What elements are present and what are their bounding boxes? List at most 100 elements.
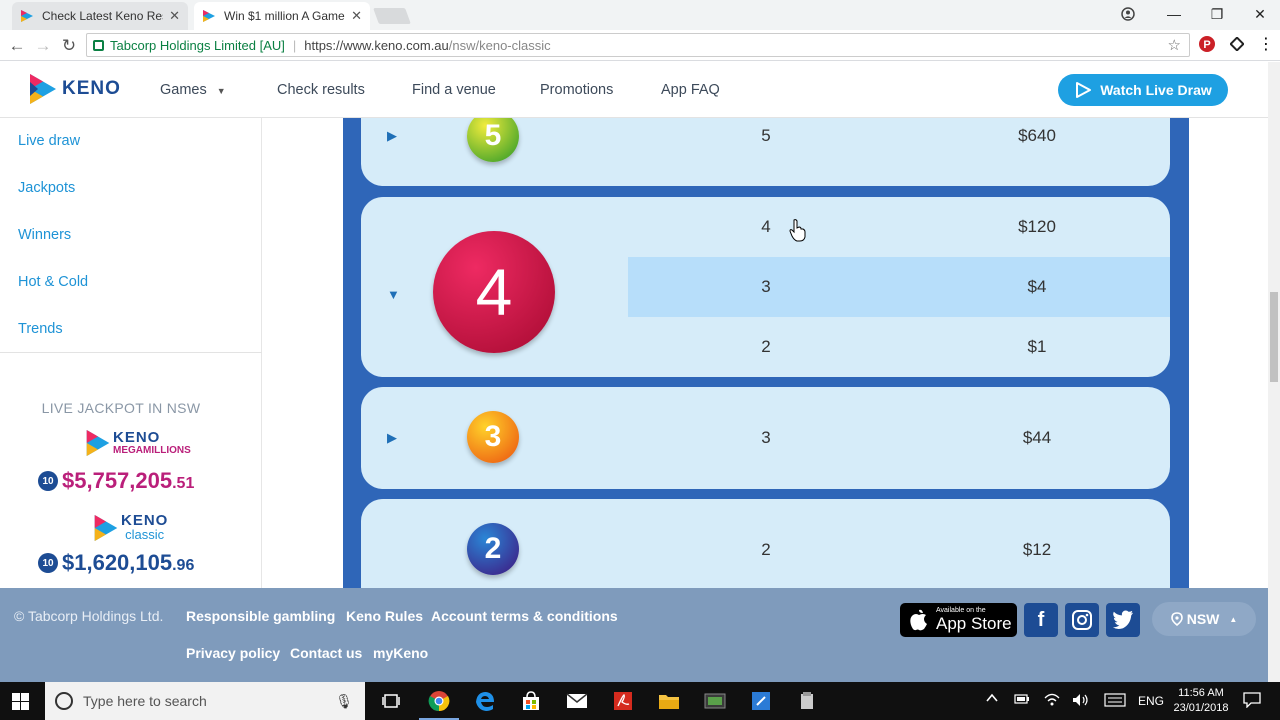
notes-taskbar-icon[interactable] <box>749 689 773 713</box>
watch-live-draw-button[interactable]: Watch Live Draw <box>1058 74 1228 106</box>
footer-link-account-terms[interactable]: Account terms & conditions <box>431 608 618 624</box>
location-pin-icon <box>1170 612 1183 626</box>
close-tab-icon[interactable]: ✕ <box>169 8 180 24</box>
store-taskbar-icon[interactable] <box>519 689 543 713</box>
twitter-icon[interactable] <box>1106 603 1140 637</box>
close-tab-icon[interactable]: ✕ <box>351 8 362 24</box>
secure-label: Tabcorp Holdings Limited [AU] <box>110 37 285 53</box>
nav-find-venue[interactable]: Find a venue <box>412 82 496 98</box>
prize-row-highlighted: 3 $4 <box>628 257 1170 317</box>
prize-amount: $120 <box>1018 217 1056 236</box>
reload-icon[interactable]: ↻ <box>58 35 80 57</box>
app-store-big-text: App Store <box>936 614 1012 633</box>
maximize-icon[interactable]: ❐ <box>1195 0 1239 28</box>
jackpot-title: LIVE JACKPOT IN NSW <box>41 400 201 416</box>
jackpot-amount-cents: .96 <box>172 557 195 574</box>
keyboard-icon[interactable] <box>1104 693 1126 710</box>
nav-games[interactable]: Games ▼ <box>160 82 226 98</box>
classic-logo-sub: classic <box>125 527 165 542</box>
language-indicator[interactable]: ENG <box>1138 694 1164 708</box>
show-hidden-icons[interactable] <box>985 691 999 708</box>
footer-link-contact-us[interactable]: Contact us <box>290 645 362 661</box>
minimize-icon[interactable]: — <box>1152 0 1196 28</box>
taskbar-clock[interactable]: 11:56 AM 23/01/2018 <box>1172 686 1230 716</box>
keno-logo-mark-icon <box>86 430 110 456</box>
nav-promotions[interactable]: Promotions <box>540 82 613 98</box>
prize-amount: $640 <box>1018 126 1056 145</box>
hand-cursor-icon <box>789 219 806 242</box>
footer-link-mykeno[interactable]: myKeno <box>373 645 428 661</box>
forward-icon[interactable]: → <box>32 35 54 57</box>
video-app-taskbar-icon[interactable] <box>703 689 727 713</box>
sidebar-item-trends[interactable]: Trends <box>18 321 63 337</box>
nav-app-faq[interactable]: App FAQ <box>661 82 720 98</box>
jackpot-amount-main: $1,620,105 <box>62 550 173 575</box>
prize-group-5-spots[interactable]: ▶ 5 5 $640 <box>361 118 1170 186</box>
footer-link-keno-rules[interactable]: Keno Rules <box>346 608 423 624</box>
instagram-icon[interactable] <box>1065 603 1099 637</box>
new-tab-button[interactable] <box>373 8 411 24</box>
sidebar-item-live-draw[interactable]: Live draw <box>18 133 80 149</box>
action-center-icon[interactable] <box>1243 692 1261 711</box>
footer-link-privacy-policy[interactable]: Privacy policy <box>186 645 280 661</box>
windows-start-icon[interactable] <box>12 693 29 710</box>
sidebar-item-winners[interactable]: Winners <box>18 227 71 243</box>
mail-taskbar-icon[interactable] <box>565 689 589 713</box>
chrome-menu-icon[interactable]: ⋮ <box>1256 34 1276 54</box>
page-scrollbar[interactable] <box>1268 62 1280 682</box>
prize-group-4-spots[interactable]: ▼ 4 4 $120 3 $4 2 $1 <box>361 197 1170 377</box>
state-label: NSW <box>1186 611 1220 627</box>
browser-tab-keno-classic[interactable]: Win $1 million A Game E ✕ <box>194 2 370 30</box>
collapse-arrow-icon[interactable]: ▼ <box>387 287 400 302</box>
file-explorer-taskbar-icon[interactable] <box>657 689 681 713</box>
tab-title: Win $1 million A Game E <box>224 9 346 23</box>
expand-arrow-icon[interactable]: ▶ <box>387 430 397 446</box>
site-footer: © Tabcorp Holdings Ltd. Responsible gamb… <box>0 588 1268 682</box>
prize-group-3-spots[interactable]: ▶ 3 3 $44 <box>361 387 1170 489</box>
microphone-icon[interactable]: 🎙 <box>335 693 353 710</box>
match-count: 2 <box>761 337 771 356</box>
close-window-icon[interactable]: ✕ <box>1238 0 1280 28</box>
battery-icon[interactable] <box>1014 693 1030 708</box>
megamillions-jackpot-amount[interactable]: 10 $5,757,205 .51 <box>38 468 194 494</box>
jackpot-amount-main: $5,757,205 <box>62 468 173 493</box>
keno-favicon-icon <box>21 10 33 22</box>
url-host: https://www.keno.com.au <box>304 37 449 53</box>
sidebar-item-hot-cold[interactable]: Hot & Cold <box>18 274 88 290</box>
wifi-icon[interactable] <box>1044 693 1060 710</box>
prize-amount: $4 <box>1027 277 1047 296</box>
pdf-taskbar-icon[interactable] <box>611 689 635 713</box>
prize-row: 2 $12 <box>628 520 1170 580</box>
keno-logo-text: KENO <box>62 78 121 99</box>
profile-icon[interactable] <box>1106 0 1150 28</box>
volume-icon[interactable] <box>1072 693 1090 710</box>
keno-logo[interactable]: KENO <box>30 74 121 104</box>
keno-favicon-icon <box>203 10 215 22</box>
state-selector[interactable]: NSW ▲ <box>1152 602 1256 636</box>
scrollbar-thumb[interactable] <box>1270 292 1278 382</box>
task-view-icon[interactable] <box>379 689 403 713</box>
bookmark-star-icon[interactable]: ☆ <box>1168 36 1181 54</box>
sidebar-item-jackpots[interactable]: Jackpots <box>18 180 75 196</box>
megamillions-logo: KENO MEGAMILLIONS <box>86 430 191 456</box>
app-store-badge[interactable]: Available on the App Store <box>900 603 1017 637</box>
edge-taskbar-icon[interactable] <box>473 689 497 713</box>
caret-up-icon: ▲ <box>1229 614 1238 624</box>
footer-link-responsible-gambling[interactable]: Responsible gambling <box>186 608 335 624</box>
pinned-app-taskbar-icon[interactable] <box>795 689 819 713</box>
chrome-taskbar-icon[interactable] <box>427 689 451 713</box>
pinterest-extension-icon[interactable]: P <box>1197 34 1217 54</box>
facebook-icon[interactable]: f <box>1024 603 1058 637</box>
match-count: 4 <box>761 217 771 236</box>
expand-arrow-icon[interactable]: ▶ <box>387 128 397 144</box>
prize-group-2-spots[interactable]: 2 2 $12 <box>361 499 1170 588</box>
classic-logo: KENO classic <box>94 513 168 542</box>
nav-check-results[interactable]: Check results <box>277 82 365 98</box>
address-bar[interactable]: Tabcorp Holdings Limited [AU] | https://… <box>86 33 1190 57</box>
extension-diamond-icon[interactable] <box>1227 34 1247 54</box>
taskbar-search-box[interactable]: Type here to search 🎙 <box>45 682 365 720</box>
back-icon[interactable]: ← <box>6 35 28 57</box>
browser-tabbar: Check Latest Keno Resul ✕ Win $1 million… <box>0 0 1280 30</box>
classic-jackpot-amount[interactable]: 10 $1,620,105 .96 <box>38 550 194 576</box>
browser-tab-check-results[interactable]: Check Latest Keno Resul ✕ <box>12 2 188 30</box>
